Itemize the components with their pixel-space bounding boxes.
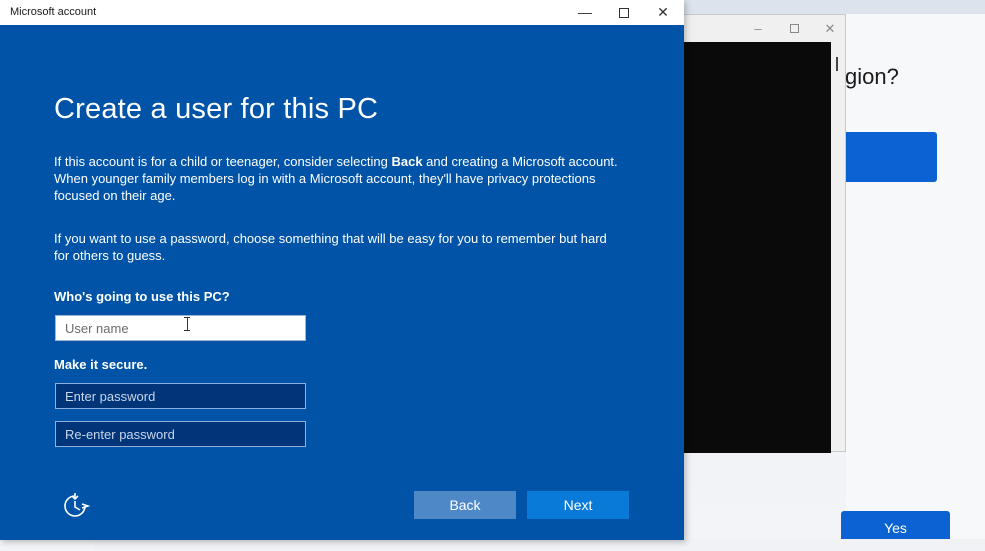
username-input[interactable] [55, 315, 306, 341]
window-title: Microsoft account [10, 6, 97, 18]
background-region-option[interactable] [846, 132, 937, 182]
accessibility-icon[interactable] [60, 491, 90, 521]
console-scrollbar[interactable] [836, 57, 838, 71]
password-info: If you want to use a password, choose so… [54, 231, 607, 263]
maximize-icon[interactable] [614, 3, 634, 21]
console-titlebar: – ✕ [684, 15, 845, 42]
text-cursor-icon [184, 317, 190, 331]
console-body[interactable] [684, 42, 831, 453]
console-maximize-icon[interactable] [787, 21, 801, 36]
back-button[interactable]: Back [414, 491, 516, 519]
info-text-before: If this account is for a child or teenag… [54, 154, 392, 169]
background-bottom-bar [94, 539, 985, 551]
page-title: Create a user for this PC [54, 93, 379, 125]
reenter-password-input[interactable] [55, 421, 306, 447]
background-top-strip [684, 0, 985, 14]
child-account-info: If this account is for a child or teenag… [54, 153, 624, 204]
console-minimize-icon[interactable]: – [751, 21, 765, 36]
info-text-bold: Back [391, 154, 423, 169]
close-icon[interactable]: ✕ [653, 3, 673, 21]
window-content: Create a user for this PC If this accoun… [0, 25, 684, 540]
window-titlebar: Microsoft account — ✕ [0, 0, 684, 25]
background-panel [846, 14, 985, 551]
console-close-icon[interactable]: ✕ [823, 21, 837, 37]
next-button[interactable]: Next [527, 491, 629, 519]
background-heading: gion? [845, 64, 899, 89]
microsoft-account-window: Microsoft account — ✕ Create a user for … [0, 0, 684, 540]
console-window[interactable]: – ✕ [684, 14, 846, 453]
user-label: Who's going to use this PC? [54, 289, 230, 304]
secure-label: Make it secure. [54, 357, 148, 372]
minimize-icon[interactable]: — [575, 3, 595, 21]
password-input[interactable] [55, 383, 306, 409]
